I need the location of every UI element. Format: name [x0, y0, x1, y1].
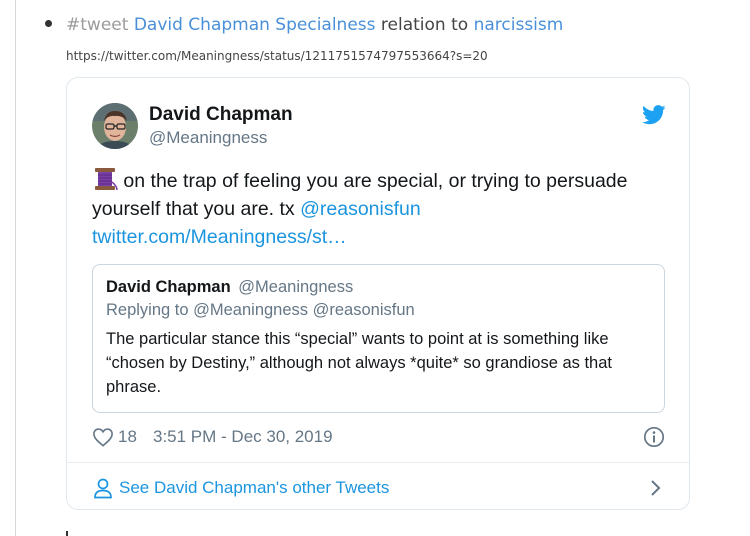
other-tweets-link[interactable]: See David Chapman's other Tweets: [92, 476, 667, 500]
chevron-right-icon: [651, 480, 661, 496]
quoted-author: David Chapman @Meaningness: [106, 278, 353, 297]
author-handle[interactable]: @Meaningness: [149, 128, 267, 148]
quoted-tweet-link[interactable]: twitter.com/Meaningness/st…: [92, 226, 347, 248]
other-tweets-label: See David Chapman's other Tweets: [119, 478, 390, 497]
avatar[interactable]: [92, 103, 138, 149]
spool-of-thread-icon: [95, 168, 118, 191]
next-item-marker: [66, 531, 68, 536]
note-heading: #tweet David Chapman Specialness relatio…: [66, 13, 563, 37]
quoted-author-name: David Chapman: [106, 278, 231, 296]
source-url[interactable]: https://twitter.com/Meaningness/status/1…: [66, 49, 488, 63]
quoted-replying-to: Replying to @Meaningness @reasonisfun: [106, 301, 415, 319]
mention-link[interactable]: @reasonisfun: [300, 198, 421, 220]
like-count[interactable]: 18: [118, 427, 137, 447]
card-divider: [67, 462, 689, 463]
list-bullet: [45, 20, 52, 27]
tweet-text: on the trap of feeling you are special, …: [92, 167, 662, 251]
tweet-tag[interactable]: #tweet: [66, 15, 128, 35]
person-icon: [94, 478, 112, 499]
tweet-meta-row: 18 3:51 PM - Dec 30, 2019: [92, 426, 667, 448]
left-border-line: [15, 0, 16, 536]
tweet-timestamp[interactable]: 3:51 PM - Dec 30, 2019: [153, 427, 333, 447]
target-link[interactable]: narcissism: [474, 15, 564, 35]
quoted-tweet[interactable]: David Chapman @Meaningness Replying to @…: [92, 264, 665, 413]
heart-icon[interactable]: [92, 427, 114, 447]
info-icon[interactable]: [643, 426, 665, 448]
author-name[interactable]: David Chapman: [149, 104, 293, 126]
embedded-tweet-card[interactable]: David Chapman @Meaningness on the trap o…: [66, 77, 690, 510]
twitter-bird-icon[interactable]: [642, 105, 666, 125]
topic-link[interactable]: David Chapman Specialness: [134, 15, 376, 35]
quoted-author-handle: @Meaningness: [238, 278, 354, 296]
quoted-text: The particular stance this “special” wan…: [106, 330, 612, 396]
heading-connector: relation to: [380, 15, 469, 35]
